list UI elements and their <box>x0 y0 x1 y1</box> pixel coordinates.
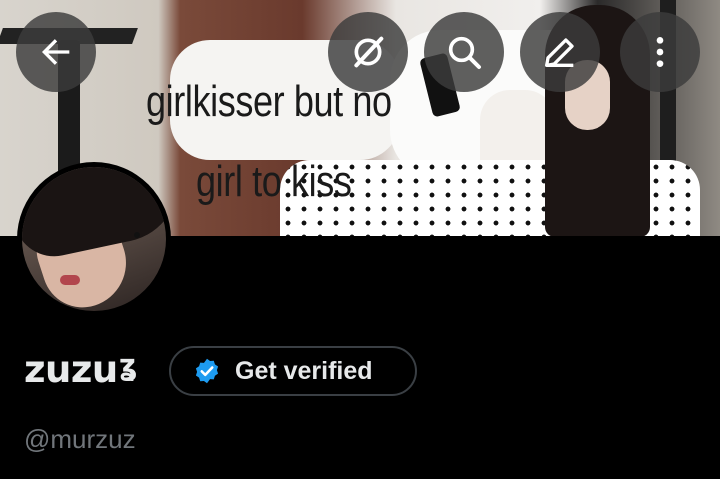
pencil-icon <box>545 38 574 68</box>
profile-name-row: zuzu ʓ <box>24 347 138 392</box>
back-button[interactable] <box>16 12 96 92</box>
avatar[interactable] <box>17 162 171 316</box>
avatar-earring <box>134 232 140 238</box>
grok-icon <box>354 36 384 68</box>
search-button[interactable] <box>424 12 504 92</box>
banner-meme-text-line-2: girl to kiss <box>196 157 352 206</box>
profile-handle: @murzuz <box>24 424 136 454</box>
more-button[interactable] <box>620 12 700 92</box>
display-name: zuzu <box>24 348 118 391</box>
edit-button[interactable] <box>520 12 600 92</box>
avatar-image <box>22 167 166 311</box>
name-emoji: ʓ <box>118 347 138 382</box>
search-icon <box>448 36 481 69</box>
get-verified-label: Get verified <box>235 356 373 385</box>
get-verified-button[interactable]: Get verified <box>169 346 417 396</box>
grok-button[interactable] <box>328 12 408 92</box>
arrow-left-icon <box>42 39 70 65</box>
verified-badge-icon <box>195 358 219 384</box>
more-vertical-icon <box>656 37 664 67</box>
avatar-lips <box>60 275 80 285</box>
